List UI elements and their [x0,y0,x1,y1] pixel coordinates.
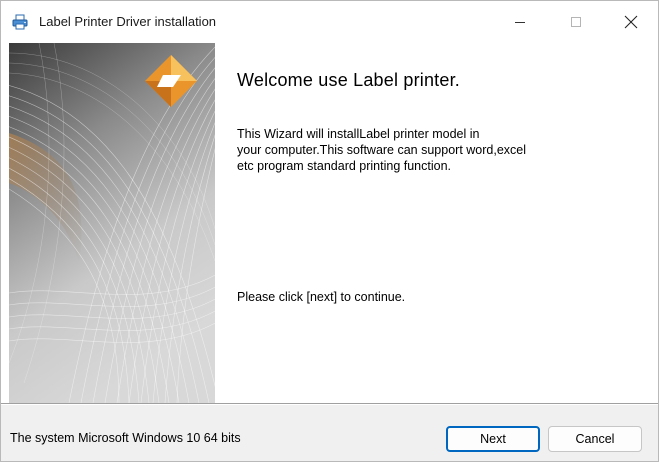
welcome-heading: Welcome use Label printer. [237,70,460,90]
wizard-content: Welcome use Label printer. This Wizard w… [1,43,658,403]
maximize-icon [571,17,581,27]
next-button[interactable]: Next [446,426,540,452]
wizard-side-banner [9,43,215,403]
description-line: This Wizard will installLabel printer mo… [237,127,480,141]
system-info-label: The system Microsoft Windows 10 64 bits [10,431,241,445]
minimize-button[interactable] [497,1,543,43]
maximize-button[interactable] [553,1,599,43]
cancel-button[interactable]: Cancel [548,426,642,452]
close-button[interactable] [608,1,654,43]
continue-prompt: Please click [next] to continue. [237,290,406,304]
wizard-description: This Wizard will installLabel printer mo… [237,126,637,174]
title-bar[interactable]: Label Printer Driver installation [1,1,658,43]
banner-art [9,43,215,403]
description-line: etc program standard printing function. [237,159,452,173]
printer-icon [12,14,28,30]
description-line: your computer.This software can support … [237,143,527,157]
installer-window: Label Printer Driver installation Welcom… [0,0,659,462]
close-icon [624,15,638,29]
minimize-icon [515,22,525,23]
window-title: Label Printer Driver installation [39,14,217,29]
wizard-footer: The system Microsoft Windows 10 64 bits … [1,405,658,461]
